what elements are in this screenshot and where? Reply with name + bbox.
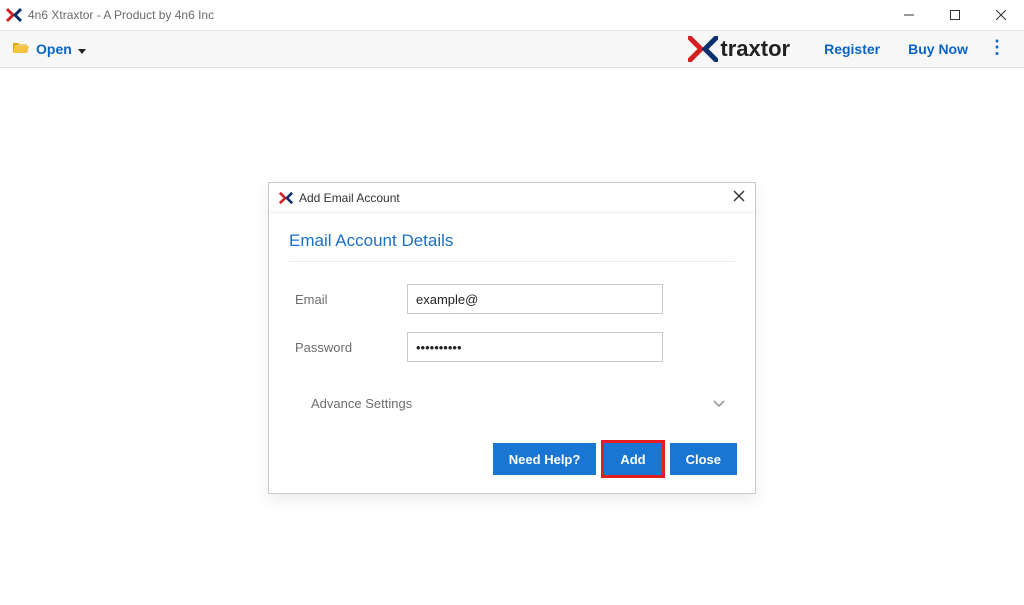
password-input[interactable] <box>407 332 663 362</box>
close-button[interactable]: Close <box>670 443 737 475</box>
more-options-button[interactable]: ⋮ <box>982 37 1012 62</box>
advance-settings-toggle[interactable]: Advance Settings <box>289 380 735 429</box>
advance-settings-label: Advance Settings <box>311 396 412 411</box>
window-title: 4n6 Xtraxtor - A Product by 4n6 Inc <box>28 8 214 22</box>
dialog-body: Email Account Details Email Password Adv… <box>269 213 755 433</box>
email-input[interactable] <box>407 284 663 314</box>
add-button[interactable]: Add <box>604 443 661 475</box>
window-titlebar: 4n6 Xtraxtor - A Product by 4n6 Inc <box>0 0 1024 30</box>
maximize-button[interactable] <box>932 0 978 30</box>
divider <box>289 261 735 262</box>
chevron-down-icon <box>713 396 725 411</box>
close-window-button[interactable] <box>978 0 1024 30</box>
open-button[interactable]: Open <box>12 41 86 58</box>
dialog-title: Add Email Account <box>299 191 400 205</box>
add-email-account-dialog: Add Email Account Email Account Details … <box>268 182 756 494</box>
email-row: Email <box>289 284 735 314</box>
folder-open-icon <box>12 41 30 58</box>
password-row: Password <box>289 332 735 362</box>
open-label: Open <box>36 41 72 57</box>
section-title: Email Account Details <box>289 231 735 251</box>
register-link[interactable]: Register <box>824 41 880 57</box>
dialog-close-icon[interactable] <box>733 189 745 207</box>
dialog-footer: Need Help? Add Close <box>269 433 755 493</box>
brand-text: traxtor <box>720 36 790 62</box>
window-controls <box>886 0 1024 30</box>
app-icon <box>6 7 22 23</box>
email-label: Email <box>295 292 407 307</box>
brand-logo: traxtor <box>688 36 790 62</box>
password-label: Password <box>295 340 407 355</box>
dialog-header: Add Email Account <box>269 183 755 213</box>
main-toolbar: Open traxtor Register Buy Now ⋮ <box>0 30 1024 68</box>
need-help-button[interactable]: Need Help? <box>493 443 597 475</box>
dialog-app-icon <box>279 191 293 205</box>
chevron-down-icon <box>78 41 86 57</box>
minimize-button[interactable] <box>886 0 932 30</box>
buy-now-link[interactable]: Buy Now <box>908 41 968 57</box>
